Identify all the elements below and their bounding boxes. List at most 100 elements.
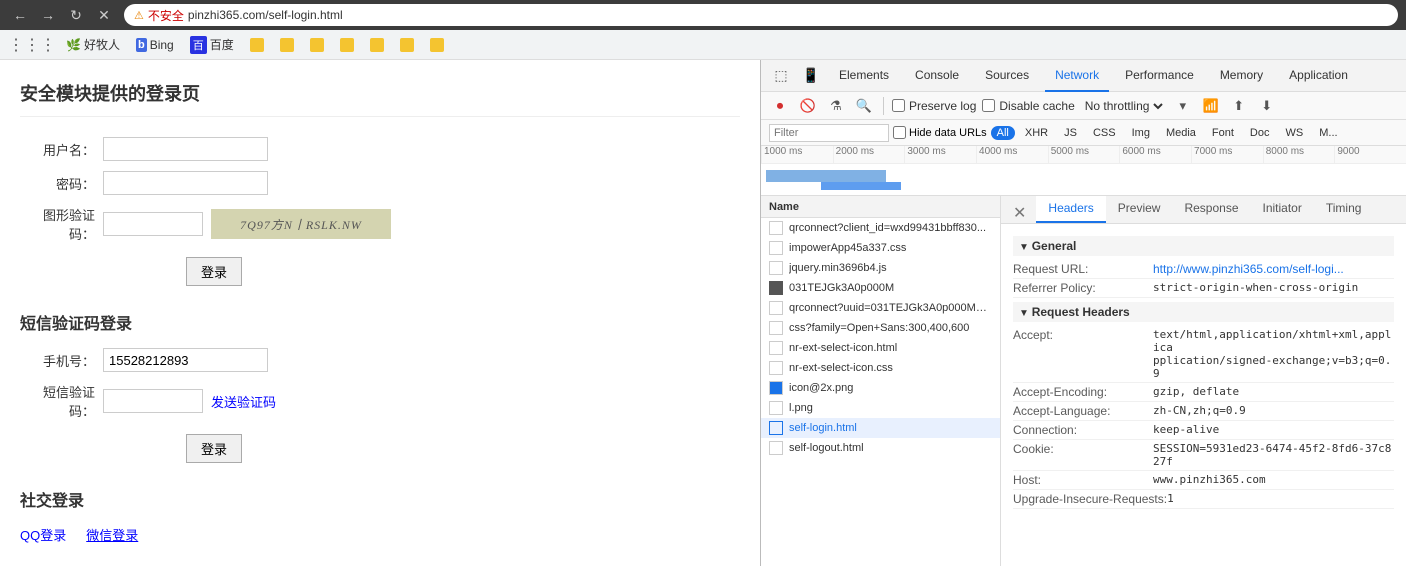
tab-timing[interactable]: Timing <box>1314 196 1374 223</box>
network-split: Name qrconnect?client_id=wxd99431bbff830… <box>761 196 1406 566</box>
general-section-header[interactable]: General <box>1013 236 1394 256</box>
sms-login-button[interactable]: 登录 <box>186 434 242 463</box>
bookmark-bing[interactable]: b Bing <box>130 36 180 54</box>
file-icon <box>769 401 783 415</box>
throttle-chevron[interactable]: ▾ <box>1172 95 1194 117</box>
devtools-device-icon[interactable]: 📱 <box>799 64 823 88</box>
apps-icon[interactable]: ⋮⋮⋮ <box>8 35 56 55</box>
filter-css[interactable]: CSS <box>1087 126 1122 140</box>
tab-headers[interactable]: Headers <box>1036 196 1105 223</box>
devtools-inspect-icon[interactable]: ⬚ <box>769 64 793 88</box>
network-item-name: icon@2x.png <box>789 382 992 394</box>
network-item[interactable]: css?family=Open+Sans:300,400,600 <box>761 318 1000 338</box>
wifi-icon[interactable]: 📶 <box>1200 95 1222 117</box>
login-button[interactable]: 登录 <box>186 257 242 286</box>
timeline-bar-area <box>761 164 1406 196</box>
request-headers-section-header[interactable]: Request Headers <box>1013 302 1394 322</box>
filter-media[interactable]: Media <box>1160 126 1202 140</box>
bookmark-4[interactable] <box>244 36 270 54</box>
tab-performance[interactable]: Performance <box>1115 60 1204 92</box>
reload-button[interactable]: ↻ <box>64 3 88 27</box>
captcha-input[interactable] <box>103 212 203 236</box>
bookmark-baidu[interactable]: 百 百度 <box>184 34 240 56</box>
network-item-name: 031TEJGk3A0p000M <box>789 282 992 294</box>
bookmark-8[interactable] <box>364 36 390 54</box>
tab-network[interactable]: Network <box>1045 60 1109 92</box>
forward-button[interactable]: → <box>36 3 60 27</box>
filter-m[interactable]: M... <box>1313 126 1343 140</box>
preserve-log-checkbox[interactable] <box>892 99 905 112</box>
cookie-row: Cookie: SESSION=5931ed23-6474-45f2-8fd6-… <box>1013 440 1394 471</box>
file-icon <box>769 281 783 295</box>
preserve-log-label[interactable]: Preserve log <box>892 99 976 113</box>
bookmark-icon <box>250 38 264 52</box>
username-input[interactable] <box>103 137 268 161</box>
tab-initiator[interactable]: Initiator <box>1251 196 1314 223</box>
timeline-area[interactable]: 1000 ms 2000 ms 3000 ms 4000 ms 5000 ms … <box>761 146 1406 196</box>
address-bar[interactable]: ⚠ 不安全 pinzhi365.com/self-login.html <box>124 4 1398 26</box>
bookmark-5[interactable] <box>274 36 300 54</box>
filter-all-badge[interactable]: All <box>991 126 1015 140</box>
throttle-select[interactable]: No throttling <box>1081 98 1166 114</box>
network-item[interactable]: nr-ext-select-icon.css <box>761 358 1000 378</box>
bookmark-icon <box>340 38 354 52</box>
network-item[interactable]: l.png <box>761 398 1000 418</box>
tab-console[interactable]: Console <box>905 60 969 92</box>
filter-input[interactable] <box>769 124 889 142</box>
bookmark-7[interactable] <box>334 36 360 54</box>
hide-data-urls-label[interactable]: Hide data URLs <box>893 126 987 139</box>
network-item[interactable]: self-logout.html <box>761 438 1000 458</box>
filter-doc[interactable]: Doc <box>1244 126 1276 140</box>
send-sms-button[interactable]: 发送验证码 <box>211 392 276 411</box>
filter-img[interactable]: Img <box>1126 126 1156 140</box>
bookmark-haomuren[interactable]: 🌿 好牧人 <box>60 34 126 55</box>
file-icon <box>769 321 783 335</box>
network-item[interactable]: qrconnect?client_id=wxd99431bbff830... <box>761 218 1000 238</box>
tab-sources[interactable]: Sources <box>975 60 1039 92</box>
request-url-key: Request URL: <box>1013 262 1153 276</box>
disable-cache-text: Disable cache <box>999 99 1074 113</box>
tab-response[interactable]: Response <box>1172 196 1250 223</box>
hide-data-urls-checkbox[interactable] <box>893 126 906 139</box>
network-item[interactable]: impowerApp45a337.css <box>761 238 1000 258</box>
disable-cache-label[interactable]: Disable cache <box>982 99 1074 113</box>
record-button[interactable]: ⏺ <box>769 95 791 117</box>
tab-preview[interactable]: Preview <box>1106 196 1173 223</box>
tab-elements[interactable]: Elements <box>829 60 899 92</box>
network-item[interactable]: icon@2x.png <box>761 378 1000 398</box>
filter-xhr[interactable]: XHR <box>1019 126 1054 140</box>
close-button[interactable]: ✕ <box>92 3 116 27</box>
bookmark-6[interactable] <box>304 36 330 54</box>
bookmark-10[interactable] <box>424 36 450 54</box>
network-item[interactable]: nr-ext-select-icon.html <box>761 338 1000 358</box>
password-input[interactable] <box>103 171 268 195</box>
clear-button[interactable]: 🚫 <box>797 95 819 117</box>
qq-login-link[interactable]: QQ登录 <box>20 525 66 544</box>
captcha-image[interactable]: 7Q97方N丨RSLK.NW <box>211 209 391 239</box>
tab-memory[interactable]: Memory <box>1210 60 1273 92</box>
password-row: 密码： <box>20 171 740 195</box>
network-item[interactable]: 031TEJGk3A0p000M <box>761 278 1000 298</box>
filter-js[interactable]: JS <box>1058 126 1083 140</box>
network-item[interactable]: jquery.min3696b4.js <box>761 258 1000 278</box>
upload-icon[interactable]: ⬆ <box>1228 95 1250 117</box>
phone-input[interactable] <box>103 348 268 372</box>
tab-application[interactable]: Application <box>1279 60 1358 92</box>
filter-font[interactable]: Font <box>1206 126 1240 140</box>
connection-key: Connection: <box>1013 423 1153 437</box>
close-details-button[interactable]: ✕ <box>1009 203 1030 223</box>
phone-row: 手机号： <box>20 348 740 372</box>
network-item[interactable]: qrconnect?uuid=031TEJGk3A0p000M&... <box>761 298 1000 318</box>
disable-cache-checkbox[interactable] <box>982 99 995 112</box>
filter-icon-button[interactable]: ⚗ <box>825 95 847 117</box>
preserve-log-text: Preserve log <box>909 99 976 113</box>
search-button[interactable]: 🔍 <box>853 95 875 117</box>
cookie-value: SESSION=5931ed23-6474-45f2-8fd6-37c827f <box>1153 442 1394 468</box>
filter-ws[interactable]: WS <box>1279 126 1309 140</box>
back-button[interactable]: ← <box>8 3 32 27</box>
bookmark-9[interactable] <box>394 36 420 54</box>
download-icon[interactable]: ⬇ <box>1256 95 1278 117</box>
wechat-login-link[interactable]: 微信登录 <box>86 525 138 544</box>
network-item-selected[interactable]: self-login.html <box>761 418 1000 438</box>
sms-input[interactable] <box>103 389 203 413</box>
